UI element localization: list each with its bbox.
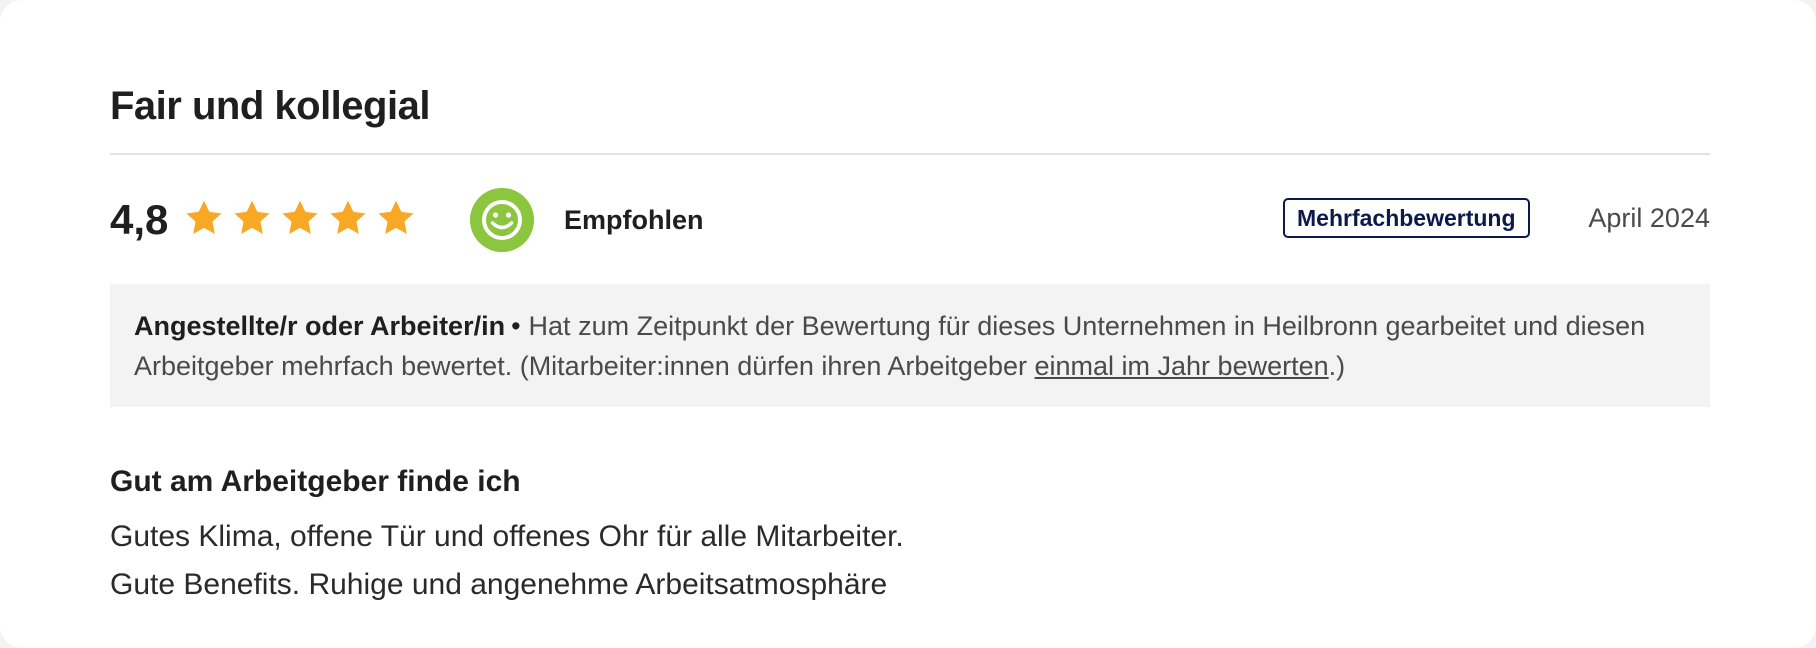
- recommendation-label: Empfohlen: [564, 205, 704, 235]
- divider: [110, 153, 1710, 155]
- rating-score: 4,8: [110, 196, 169, 243]
- star-icon: [234, 200, 270, 234]
- rating-row: 4,8 Empfohlen Mehrfachbewertung April 20…: [110, 188, 1710, 252]
- star-icon: [378, 200, 414, 234]
- bullet-separator: •: [511, 311, 521, 341]
- section-text: Gutes Klima, offene Tür und offenes Ohr …: [110, 513, 904, 609]
- review-date: April 2024: [1588, 203, 1710, 233]
- multiple-review-badge: Mehrfachbewertung: [1283, 198, 1530, 238]
- reviewer-info-text-end: .): [1328, 351, 1346, 381]
- section-text-line: Gute Benefits. Ruhige und angenehme Arbe…: [110, 568, 888, 601]
- review-card: Fair und kollegial 4,8 Empfohlen Mehrfac…: [0, 0, 1816, 648]
- smiley-icon: [470, 188, 534, 252]
- section-heading: Gut am Arbeitgeber finde ich: [110, 465, 521, 498]
- star-icon: [186, 200, 222, 234]
- section-text-line: Gutes Klima, offene Tür und offenes Ohr …: [110, 520, 904, 553]
- star-rating: [184, 198, 416, 238]
- review-title: Fair und kollegial: [110, 84, 430, 128]
- review-once-a-year-link[interactable]: einmal im Jahr bewerten: [1035, 351, 1329, 381]
- reviewer-role: Angestellte/r oder Arbeiter/in: [134, 311, 506, 341]
- reviewer-info-box: Angestellte/r oder Arbeiter/in • Hat zum Z…: [110, 284, 1710, 407]
- star-icon: [282, 200, 318, 234]
- star-icon: [330, 200, 366, 234]
